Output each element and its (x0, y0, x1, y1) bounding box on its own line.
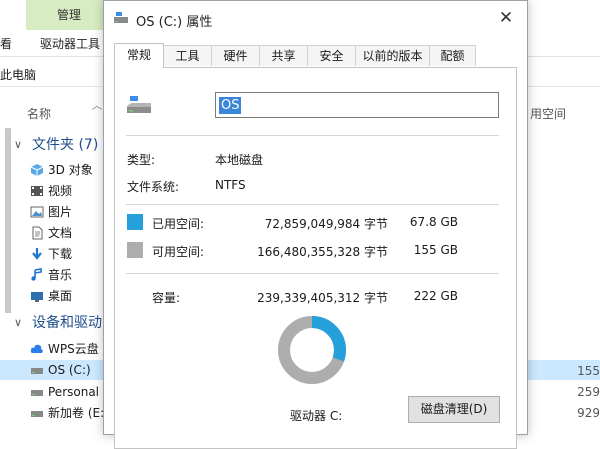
disk-cleanup-button[interactable]: 磁盘清理(D) (408, 396, 500, 423)
free-space-swatch (127, 242, 143, 258)
tab-security[interactable]: 安全 (307, 45, 356, 66)
3d-objects-icon (30, 164, 44, 176)
divider (126, 204, 499, 205)
close-button[interactable]: ✕ (487, 3, 525, 33)
drive-name-input[interactable]: OS (215, 92, 499, 118)
address-text: 此电脑 (0, 68, 37, 82)
nav-group-devices[interactable]: ∨ 设备和驱动 (0, 313, 110, 333)
nav-group-devices-label: 设备和驱动 (32, 315, 102, 331)
video-icon (31, 186, 43, 196)
ribbon-tab-view[interactable]: 看 (0, 35, 12, 52)
download-icon (32, 248, 42, 260)
close-icon: ✕ (498, 8, 514, 28)
tab-hardware[interactable]: 硬件 (211, 45, 260, 66)
drive-icon (114, 12, 128, 23)
drive-icon (31, 368, 43, 374)
capacity-bytes: 239,339,405,312 字节 (257, 291, 388, 305)
chevron-down-icon[interactable]: ∨ (14, 135, 22, 155)
tab-quota[interactable]: 配额 (429, 45, 476, 66)
nav-item-label: 桌面 (48, 289, 73, 303)
used-space-size: 67.8 GB (409, 215, 458, 229)
nav-group-folders-label: 文件夹 (7) (32, 137, 99, 153)
capacity-label: 容量: (152, 291, 181, 305)
tab-tools[interactable]: 工具 (163, 45, 212, 66)
dialog-title: OS (C:) 属性 (136, 15, 213, 30)
nav-item-label: 图片 (48, 205, 73, 219)
tab-general[interactable]: 常规 (114, 43, 164, 68)
file-system-value: NTFS (215, 178, 246, 192)
nav-item-wps-cloud[interactable]: WPS云盘 (0, 339, 110, 359)
nav-item-desktop[interactable]: 桌面 (0, 286, 110, 306)
nav-item-label: Personal (48, 385, 100, 399)
pictures-icon (30, 206, 44, 218)
nav-item-label: WPS云盘 (48, 342, 99, 356)
nav-group-folders[interactable]: ∨ 文件夹 (7) (0, 135, 110, 155)
nav-item-pictures[interactable]: 图片 (0, 202, 110, 222)
tab-previous-versions[interactable]: 以前的版本 (355, 45, 430, 66)
drive-name-selected-text: OS (219, 97, 242, 114)
disk-cleanup-label: 磁盘清理(D) (420, 402, 488, 416)
capacity-size: 222 GB (413, 289, 458, 303)
nav-item-3d-objects[interactable]: 3D 对象 (0, 160, 110, 180)
desktop-icon (31, 292, 43, 302)
drive-properties-dialog: OS (C:) 属性 ✕ 常规 工具 硬件 共享 安全 以前的版本 配额 OS … (103, 0, 528, 449)
nav-item-music[interactable]: 音乐 (0, 265, 110, 285)
used-space-swatch (127, 214, 143, 230)
free-space-bytes: 166,480,355,328 字节 (257, 245, 388, 259)
nav-item-label: 下载 (48, 247, 73, 261)
dialog-titlebar[interactable]: OS (C:) 属性 ✕ (104, 1, 527, 37)
ribbon-tab-manage[interactable]: 管理 (26, 0, 112, 30)
ribbon-tab-drive-tools[interactable]: 驱动器工具 (40, 35, 100, 52)
file-system-label: 文件系统: (127, 180, 180, 194)
type-label: 类型: (127, 153, 156, 167)
drive-icon (31, 390, 43, 396)
divider (126, 135, 499, 136)
nav-item-documents[interactable]: 文档 (0, 223, 110, 243)
used-space-bytes: 72,859,049,984 字节 (264, 217, 388, 231)
documents-icon (32, 226, 43, 240)
tab-sharing[interactable]: 共享 (259, 45, 308, 66)
column-header-name[interactable]: 名称 (27, 105, 51, 122)
nav-item-label: 新加卷 (E: (48, 406, 105, 420)
nav-item-downloads[interactable]: 下载 (0, 244, 110, 264)
used-space-label: 已用空间: (152, 217, 205, 231)
free-space-cell: 155 (577, 364, 600, 378)
divider (126, 273, 499, 274)
nav-item-personal[interactable]: Personal (0, 382, 110, 402)
free-space-size: 155 GB (413, 243, 458, 257)
type-value: 本地磁盘 (215, 153, 264, 167)
music-icon (31, 268, 42, 281)
drive-letter-label: 驱动器 C: (290, 409, 343, 423)
cloud-icon (30, 344, 43, 353)
drive-icon (31, 411, 43, 417)
nav-item-label: 文档 (48, 226, 73, 240)
chevron-down-icon[interactable]: ∨ (14, 313, 22, 333)
disk-usage-donut (278, 316, 346, 384)
free-space-label: 可用空间: (152, 245, 205, 259)
chevron-up-icon[interactable]: ︿ (92, 97, 102, 112)
column-header-free-space[interactable]: 用空间 (530, 105, 566, 122)
free-space-cell: 259 (577, 385, 600, 399)
nav-item-label: 视频 (48, 184, 73, 198)
nav-item-videos[interactable]: 视频 (0, 181, 110, 201)
drive-icon (127, 96, 151, 113)
nav-item-new-volume-e[interactable]: 新加卷 (E: (0, 403, 110, 423)
nav-item-label: OS (C:) (48, 363, 91, 377)
free-space-cell: 929 (577, 406, 600, 420)
nav-item-label: 3D 对象 (48, 163, 93, 177)
nav-item-label: 音乐 (48, 268, 73, 282)
